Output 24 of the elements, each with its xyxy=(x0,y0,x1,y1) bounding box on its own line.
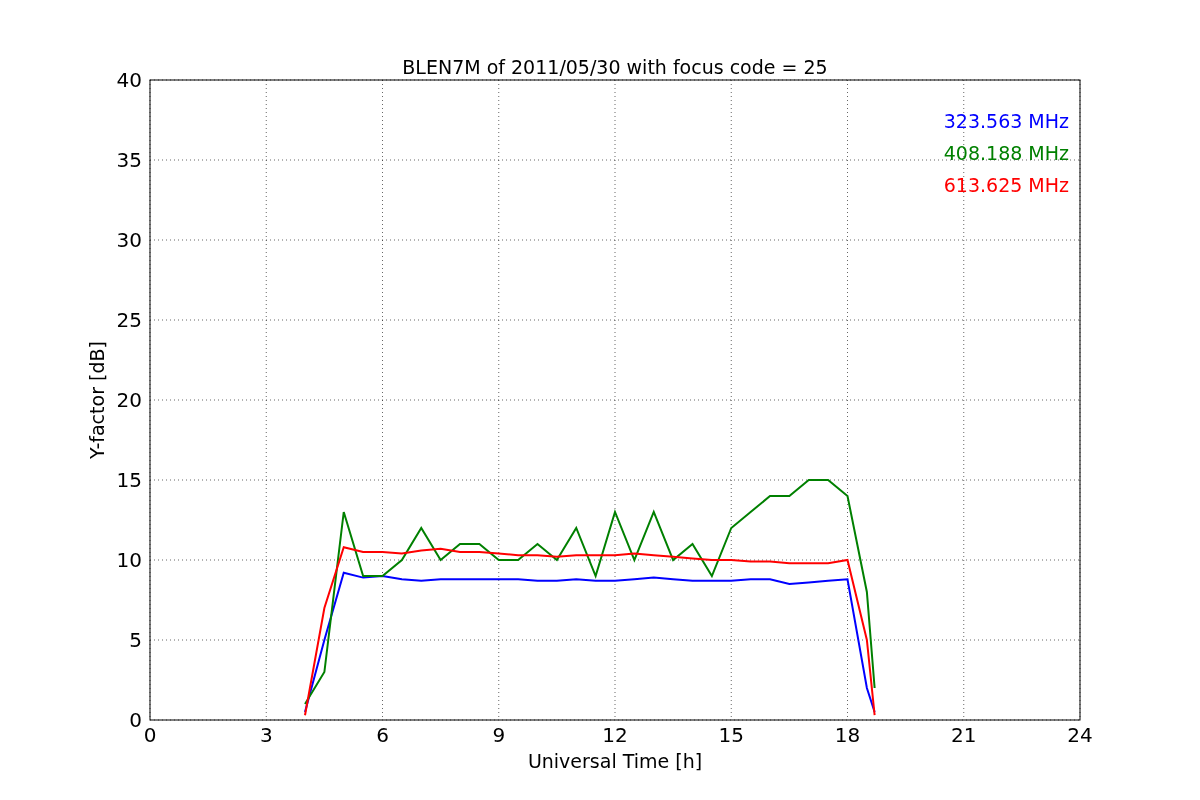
x-tick-label: 15 xyxy=(718,723,744,747)
legend-label: 408.188 MHz xyxy=(943,142,1069,164)
x-tick-label: 0 xyxy=(143,723,157,747)
x-tick-label: 24 xyxy=(1067,723,1093,747)
y-tick-label: 25 xyxy=(116,308,142,332)
y-tick-label: 35 xyxy=(116,148,142,172)
y-tick-label: 40 xyxy=(116,68,142,92)
x-axis-label: Universal Time [h] xyxy=(527,750,703,772)
x-tick-label: 9 xyxy=(492,723,506,747)
y-tick-label: 10 xyxy=(116,548,142,572)
x-tick-label: 3 xyxy=(259,723,273,747)
x-tick-label: 6 xyxy=(376,723,389,747)
y-tick-label: 15 xyxy=(116,468,142,492)
x-tick-label: 18 xyxy=(834,723,861,747)
chart-title: BLEN7M of 2011/05/30 with focus code = 25 xyxy=(402,56,828,78)
y-tick-label: 20 xyxy=(116,388,142,412)
y-tick-label: 5 xyxy=(129,628,142,652)
legend-label: 613.625 MHz xyxy=(943,174,1069,196)
legend-label: 323.563 MHz xyxy=(943,110,1069,132)
x-tick-label: 12 xyxy=(602,723,628,747)
y-tick-label: 30 xyxy=(116,228,142,252)
x-tick-label: 21 xyxy=(951,723,977,747)
y-axis-label: Y-factor [dB] xyxy=(86,341,108,459)
y-tick-label: 0 xyxy=(129,708,142,732)
